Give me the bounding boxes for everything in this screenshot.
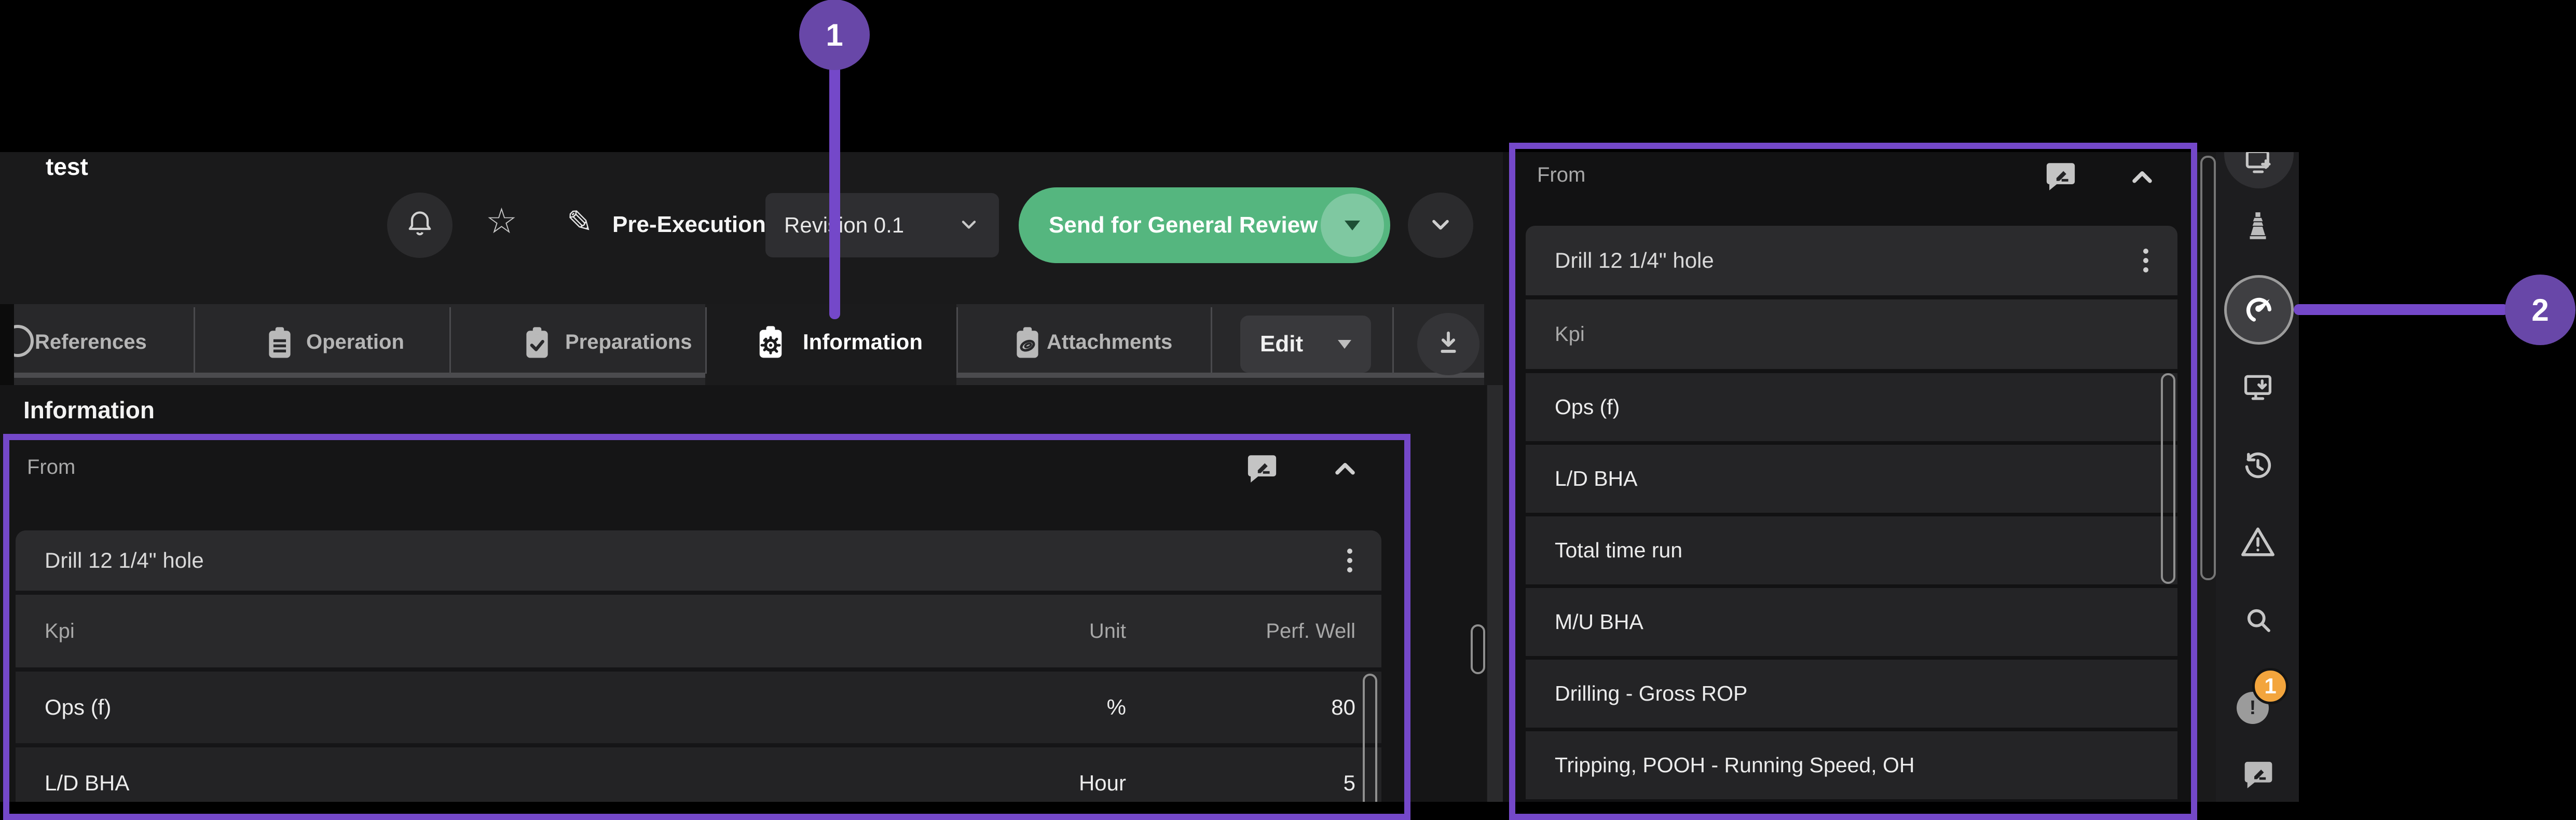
tab-operation[interactable]: Operation [194,304,449,385]
chevron-down-icon [1427,211,1454,240]
page-title: Information [23,396,155,424]
send-for-review-label: Send for General Review [1049,187,1318,263]
comment-feedback-icon[interactable] [2241,756,2276,795]
tab-attachments[interactable]: Attachments [956,304,1211,385]
annotation-step-1: 1 [799,0,870,70]
collapse-header-button[interactable] [1408,193,1473,258]
revision-label: Revision 0.1 [784,213,904,238]
tab-bar-left-gap [0,304,14,385]
derrick-icon[interactable] [2242,210,2274,253]
annotation-step-2-label: 2 [2531,292,2548,328]
drawer-scrollbar[interactable] [2200,156,2216,580]
notification-badge: 1 [2252,668,2289,704]
send-for-review-button[interactable]: Send for General Review [1019,187,1390,263]
screen-export-icon[interactable] [2241,370,2275,407]
download-button[interactable] [1417,313,1479,375]
history-icon[interactable] [2241,448,2275,485]
kpi-gauge-button[interactable] [2224,275,2294,345]
alerts-button[interactable]: ! 1 [2237,681,2283,728]
drawer-edge-strip [1487,385,1503,802]
tab-references[interactable]: References [14,304,194,385]
tab-label: Operation [306,304,404,380]
annotation-box-right-panel [1509,143,2197,820]
clipboard-list-icon [263,325,297,365]
favorite-star-icon[interactable]: ☆ [486,203,517,239]
annotation-line-1 [829,62,840,319]
tab-label: Preparations [565,304,692,380]
tab-label: Information [803,304,923,380]
bell-icon [404,209,435,242]
background-top [0,0,2576,152]
tab-label: References [35,304,147,380]
tab-separator [1392,307,1394,374]
references-icon [14,325,34,357]
chevron-down-icon [957,213,980,238]
main-scrollbar[interactable] [1471,624,1485,674]
background-right [2299,0,2576,820]
icon-sidebar: ! 1 [2216,152,2299,802]
clipboard-gear-icon [753,324,788,365]
tab-preparations[interactable]: Preparations [449,304,705,385]
download-icon [1433,328,1463,361]
triangle-down-icon [1338,340,1351,349]
edit-pencil-icon: ✎ [567,207,593,238]
annotation-step-1-label: 1 [826,17,843,53]
edit-label: Edit [1260,331,1303,357]
tab-separator [1211,307,1212,374]
tab-bar: References Operation Preparations [14,304,1484,385]
revision-dropdown[interactable]: Revision 0.1 [765,193,999,257]
tab-label: Attachments [1047,304,1172,380]
annotation-line-2 [2294,304,2509,315]
plan-title: test [46,153,88,181]
search-icon[interactable] [2243,605,2274,638]
edit-button[interactable]: Edit [1240,316,1371,373]
stage-label: Pre-Execution [612,212,766,238]
clipboard-check-icon [520,325,554,365]
gauge-icon [2241,291,2277,330]
annotation-step-2: 2 [2505,275,2575,345]
notifications-button[interactable] [387,193,453,258]
warning-icon[interactable] [2240,525,2276,562]
clipboard-paperclip-icon [1010,325,1045,365]
annotation-box-left-panel [3,434,1410,820]
send-review-split-dropdown[interactable] [1321,194,1384,257]
triangle-down-icon [1345,221,1360,230]
